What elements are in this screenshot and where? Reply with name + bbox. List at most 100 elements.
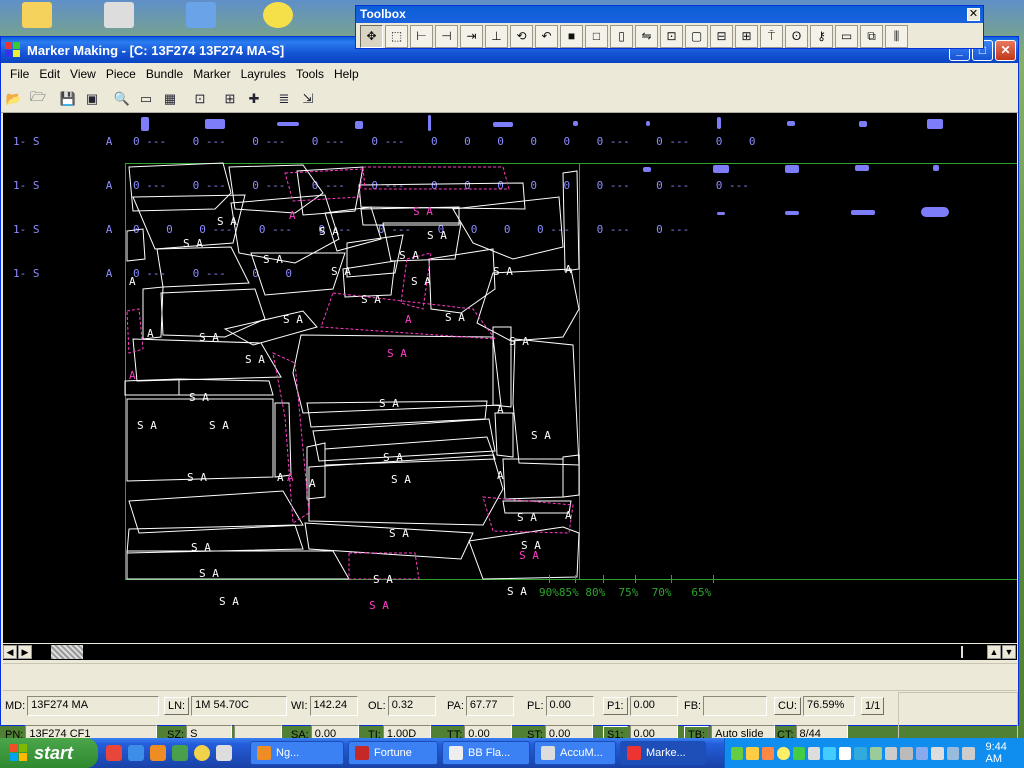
smiley-icon[interactable] [263, 2, 293, 28]
tray-icon[interactable] [854, 746, 867, 760]
bulb-icon[interactable]: ʘ [785, 24, 808, 48]
menu-piece[interactable]: Piece [101, 67, 141, 81]
scroll-track[interactable] [83, 645, 961, 659]
rectangle-edit-icon[interactable]: ▯ [610, 24, 633, 48]
piece-label: S A [531, 429, 551, 442]
grid-icon[interactable]: ⊞ [735, 24, 758, 48]
cu-button[interactable]: CU: [774, 697, 801, 715]
open-icon[interactable]: 🗁 [27, 88, 49, 110]
piece-label-fused: A [289, 209, 296, 222]
window-title: Marker Making - [C: 13F274 13F274 MA-S] [27, 42, 285, 58]
scroll-down-button[interactable]: ▼ [1002, 645, 1016, 659]
chrome-alt-icon[interactable] [172, 745, 188, 761]
horizontal-scrollbar[interactable]: ◀ ▶ ▲ ▼ [3, 644, 1017, 660]
scroll-right-button[interactable]: ▶ [18, 645, 32, 659]
scroll-up-button[interactable]: ▲ [987, 645, 1001, 659]
start-button[interactable]: start [0, 738, 98, 768]
close-button[interactable]: ✕ [995, 40, 1016, 61]
volume-icon[interactable] [962, 746, 975, 760]
tray-icon[interactable] [931, 746, 944, 760]
tray-icon[interactable] [792, 746, 806, 760]
toolbox-close-button[interactable]: ✕ [967, 8, 980, 21]
bound-box-icon[interactable]: ▢ [685, 24, 708, 48]
tray-icon[interactable] [731, 746, 744, 760]
p1-button[interactable]: P1: [603, 697, 628, 715]
square-icon[interactable]: □ [585, 24, 608, 48]
open-folder-icon[interactable]: 📂 [3, 88, 25, 110]
save-all-icon[interactable]: ▣ [81, 88, 103, 110]
piece-label: S A [427, 229, 447, 242]
window-icon[interactable]: ▭ [835, 24, 858, 48]
ln-button[interactable]: LN: [164, 697, 190, 715]
scroll-left-button[interactable]: ◀ [3, 645, 17, 659]
menu-help[interactable]: Help [329, 67, 364, 81]
placed-pieces[interactable]: S A S A S A S A S A S A S A S A S A S A … [3, 113, 1017, 643]
ie-icon[interactable] [128, 745, 144, 761]
frame-icon[interactable]: ⊟ [710, 24, 733, 48]
menu-file[interactable]: File [5, 67, 34, 81]
layout-icon[interactable]: ⇲ [297, 88, 319, 110]
tray-icon[interactable] [761, 746, 775, 760]
menu-tools[interactable]: Tools [291, 67, 329, 81]
align-left-icon[interactable]: ⊢ [410, 24, 433, 48]
menu-marker[interactable]: Marker [188, 67, 235, 81]
clock[interactable]: 9:44 AM [986, 741, 1024, 765]
add-piece-icon[interactable]: ⊞ [219, 88, 241, 110]
flip-icon[interactable]: ⇋ [635, 24, 658, 48]
rotate-icon[interactable]: ⟲ [510, 24, 533, 48]
fit-icon[interactable]: ⊡ [189, 88, 211, 110]
menu-edit[interactable]: Edit [34, 67, 65, 81]
network-icon[interactable] [186, 2, 216, 28]
chrome-icon[interactable] [106, 745, 122, 761]
save-icon[interactable]: 💾 [57, 88, 79, 110]
firefox-icon[interactable] [150, 745, 166, 761]
menu-bundle[interactable]: Bundle [141, 67, 188, 81]
page-button[interactable]: 1/1 [861, 697, 885, 715]
notepad-icon[interactable] [216, 745, 232, 761]
folder-icon[interactable] [22, 2, 52, 28]
scroll-thumb[interactable] [51, 645, 83, 659]
align-bottom-icon[interactable]: ⊥ [485, 24, 508, 48]
toolbox-palette[interactable]: Toolbox ✕ ✥ ⬚ ⊢ ⊣ ⇥ ⊥ ⟲ ↶ ■ □ ▯ ⇋ ⊡ ▢ ⊟ … [355, 5, 984, 49]
wi-field: 142.24 [309, 696, 358, 716]
insert-icon[interactable]: ✚ [243, 88, 265, 110]
toolbox-title[interactable]: Toolbox [356, 6, 983, 23]
pattern-piece [562, 454, 580, 498]
tray-icon[interactable] [777, 746, 790, 760]
move-icon[interactable]: ✥ [360, 24, 383, 48]
tray-icon[interactable] [838, 746, 852, 760]
split-icon[interactable]: ⫼ [885, 24, 908, 48]
tray-icon[interactable] [746, 746, 759, 760]
pin-icon[interactable]: ⍑ [760, 24, 783, 48]
key-icon[interactable]: ⚷ [810, 24, 833, 48]
task-fortune[interactable]: Fortune [348, 741, 438, 765]
task-accum[interactable]: AccuM... [534, 741, 616, 765]
tray-icon[interactable] [823, 746, 836, 760]
select-box-icon[interactable]: ⬚ [385, 24, 408, 48]
task-marker[interactable]: Marke... [620, 741, 706, 765]
menu-layrules[interactable]: Layrules [236, 67, 291, 81]
tray-icon[interactable] [915, 746, 929, 760]
tray-icon[interactable] [885, 746, 898, 760]
tray-icon[interactable] [946, 746, 960, 760]
tray-icon[interactable] [900, 746, 913, 760]
tray-icon[interactable] [869, 746, 883, 760]
marker-canvas[interactable]: 1- S A 0 --- 0 --- 0 --- 0 --- 0 --- 0 0… [3, 113, 1017, 643]
rectangle-icon[interactable]: ▭ [135, 88, 157, 110]
messenger-icon[interactable] [194, 745, 210, 761]
menu-view[interactable]: View [65, 67, 101, 81]
tray-icon[interactable] [808, 746, 821, 760]
fill-icon[interactable]: ■ [560, 24, 583, 48]
piece-label: S A [391, 473, 411, 486]
push-icon[interactable]: ⇥ [460, 24, 483, 48]
zoom-icon[interactable]: 🔍 [111, 88, 133, 110]
task-bb[interactable]: BB Fla... [442, 741, 530, 765]
task-ng[interactable]: Ng... [250, 741, 344, 765]
align-right-icon[interactable]: ⊣ [435, 24, 458, 48]
grid-view-icon[interactable]: ▦ [159, 88, 181, 110]
printer-icon[interactable] [104, 2, 134, 28]
notes-icon[interactable]: ≣ [273, 88, 295, 110]
fit-box-icon[interactable]: ⊡ [660, 24, 683, 48]
overlap-icon[interactable]: ⧉ [860, 24, 883, 48]
rotate-45-icon[interactable]: ↶ [535, 24, 558, 48]
